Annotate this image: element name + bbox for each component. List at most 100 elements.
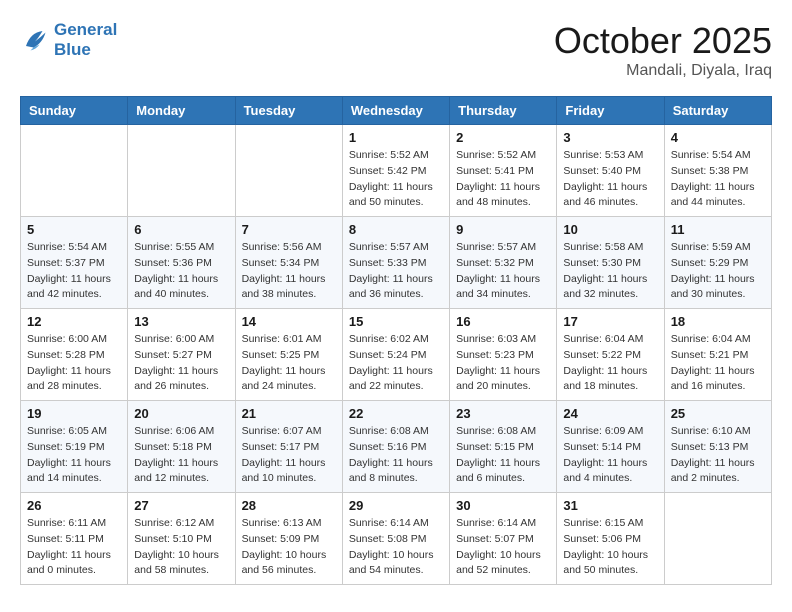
calendar-cell: 18 Sunrise: 6:04 AMSunset: 5:21 PMDayligh… (664, 309, 771, 401)
day-number: 15 (349, 314, 443, 329)
day-detail: Sunrise: 6:04 AMSunset: 5:21 PMDaylight:… (671, 332, 765, 395)
logo-text: General Blue (54, 20, 117, 59)
day-detail: Sunrise: 5:53 AMSunset: 5:40 PMDaylight:… (563, 148, 657, 211)
calendar-cell: 29Sunrise: 6:14 AMSunset: 5:08 PMDayligh… (342, 493, 449, 585)
calendar-cell: 10 Sunrise: 5:58 AMSunset: 5:30 PMDayligh… (557, 217, 664, 309)
day-detail: Sunrise: 6:00 AMSunset: 5:28 PMDaylight:… (27, 332, 121, 395)
header-friday: Friday (557, 97, 664, 125)
calendar-cell: 27 Sunrise: 6:12 AMSunset: 5:10 PMDayligh… (128, 493, 235, 585)
day-detail: Sunrise: 6:05 AMSunset: 5:19 PMDaylight:… (27, 424, 121, 487)
day-detail: Sunrise: 5:55 AMSunset: 5:36 PMDaylight:… (134, 240, 228, 303)
week-row-3: 12Sunrise: 6:00 AMSunset: 5:28 PMDayligh… (21, 309, 772, 401)
header-thursday: Thursday (450, 97, 557, 125)
day-number: 31 (563, 498, 657, 513)
day-detail: Sunrise: 6:03 AMSunset: 5:23 PMDaylight:… (456, 332, 550, 395)
day-number: 27 (134, 498, 228, 513)
day-detail: Sunrise: 5:56 AMSunset: 5:34 PMDaylight:… (242, 240, 336, 303)
day-number: 17 (563, 314, 657, 329)
calendar-cell: 16 Sunrise: 6:03 AMSunset: 5:23 PMDayligh… (450, 309, 557, 401)
calendar-table: Sunday Monday Tuesday Wednesday Thursday… (20, 96, 772, 585)
calendar-cell: 22 Sunrise: 6:08 AMSunset: 5:16 PMDayligh… (342, 401, 449, 493)
day-detail: Sunrise: 5:58 AMSunset: 5:30 PMDaylight:… (563, 240, 657, 303)
day-number: 9 (456, 222, 550, 237)
calendar-cell: 9 Sunrise: 5:57 AMSunset: 5:32 PMDaylight… (450, 217, 557, 309)
month-title: October 2025 (554, 20, 772, 62)
week-row-4: 19Sunrise: 6:05 AMSunset: 5:19 PMDayligh… (21, 401, 772, 493)
day-number: 10 (563, 222, 657, 237)
day-number: 7 (242, 222, 336, 237)
day-number: 18 (671, 314, 765, 329)
weekday-header-row: Sunday Monday Tuesday Wednesday Thursday… (21, 97, 772, 125)
calendar-cell: 1 Sunrise: 5:52 AMSunset: 5:42 PMDaylight… (342, 125, 449, 217)
day-detail: Sunrise: 5:57 AMSunset: 5:33 PMDaylight:… (349, 240, 443, 303)
header-monday: Monday (128, 97, 235, 125)
page-header: General Blue October 2025 Mandali, Diyal… (20, 20, 772, 80)
header-saturday: Saturday (664, 97, 771, 125)
day-detail: Sunrise: 6:02 AMSunset: 5:24 PMDaylight:… (349, 332, 443, 395)
day-detail: Sunrise: 5:57 AMSunset: 5:32 PMDaylight:… (456, 240, 550, 303)
day-number: 1 (349, 130, 443, 145)
calendar-cell: 13Sunrise: 6:00 AMSunset: 5:27 PMDayligh… (128, 309, 235, 401)
calendar-cell: 3 Sunrise: 5:53 AMSunset: 5:40 PMDaylight… (557, 125, 664, 217)
day-detail: Sunrise: 6:06 AMSunset: 5:18 PMDaylight:… (134, 424, 228, 487)
day-detail: Sunrise: 6:11 AMSunset: 5:11 PMDaylight:… (27, 516, 121, 579)
calendar-cell (235, 125, 342, 217)
calendar-cell (664, 493, 771, 585)
day-number: 11 (671, 222, 765, 237)
day-detail: Sunrise: 6:04 AMSunset: 5:22 PMDaylight:… (563, 332, 657, 395)
calendar-cell: 2 Sunrise: 5:52 AMSunset: 5:41 PMDaylight… (450, 125, 557, 217)
day-detail: Sunrise: 5:59 AMSunset: 5:29 PMDaylight:… (671, 240, 765, 303)
day-detail: Sunrise: 6:14 AMSunset: 5:07 PMDaylight:… (456, 516, 550, 579)
location: Mandali, Diyala, Iraq (554, 62, 772, 80)
calendar-cell: 15 Sunrise: 6:02 AMSunset: 5:24 PMDayligh… (342, 309, 449, 401)
logo: General Blue (20, 20, 117, 59)
week-row-5: 26 Sunrise: 6:11 AMSunset: 5:11 PMDayligh… (21, 493, 772, 585)
calendar-cell: 31Sunrise: 6:15 AMSunset: 5:06 PMDayligh… (557, 493, 664, 585)
day-detail: Sunrise: 5:52 AMSunset: 5:42 PMDaylight:… (349, 148, 443, 211)
day-detail: Sunrise: 6:08 AMSunset: 5:16 PMDaylight:… (349, 424, 443, 487)
calendar-cell: 12Sunrise: 6:00 AMSunset: 5:28 PMDayligh… (21, 309, 128, 401)
calendar-cell: 25 Sunrise: 6:10 AMSunset: 5:13 PMDayligh… (664, 401, 771, 493)
day-detail: Sunrise: 6:13 AMSunset: 5:09 PMDaylight:… (242, 516, 336, 579)
day-detail: Sunrise: 6:12 AMSunset: 5:10 PMDaylight:… (134, 516, 228, 579)
calendar-cell: 14 Sunrise: 6:01 AMSunset: 5:25 PMDayligh… (235, 309, 342, 401)
calendar-cell: 11 Sunrise: 5:59 AMSunset: 5:29 PMDayligh… (664, 217, 771, 309)
calendar-cell: 4Sunrise: 5:54 AMSunset: 5:38 PMDaylight… (664, 125, 771, 217)
calendar-cell: 23Sunrise: 6:08 AMSunset: 5:15 PMDayligh… (450, 401, 557, 493)
day-number: 6 (134, 222, 228, 237)
day-detail: Sunrise: 6:09 AMSunset: 5:14 PMDaylight:… (563, 424, 657, 487)
day-detail: Sunrise: 6:07 AMSunset: 5:17 PMDaylight:… (242, 424, 336, 487)
calendar-cell: 5Sunrise: 5:54 AMSunset: 5:37 PMDaylight… (21, 217, 128, 309)
week-row-2: 5Sunrise: 5:54 AMSunset: 5:37 PMDaylight… (21, 217, 772, 309)
calendar-cell: 6 Sunrise: 5:55 AMSunset: 5:36 PMDaylight… (128, 217, 235, 309)
calendar-cell: 28Sunrise: 6:13 AMSunset: 5:09 PMDayligh… (235, 493, 342, 585)
header-wednesday: Wednesday (342, 97, 449, 125)
day-number: 8 (349, 222, 443, 237)
calendar-cell: 7 Sunrise: 5:56 AMSunset: 5:34 PMDaylight… (235, 217, 342, 309)
day-detail: Sunrise: 6:00 AMSunset: 5:27 PMDaylight:… (134, 332, 228, 395)
day-number: 24 (563, 406, 657, 421)
day-number: 25 (671, 406, 765, 421)
day-number: 3 (563, 130, 657, 145)
calendar-cell: 30 Sunrise: 6:14 AMSunset: 5:07 PMDayligh… (450, 493, 557, 585)
day-number: 30 (456, 498, 550, 513)
day-number: 16 (456, 314, 550, 329)
day-detail: Sunrise: 6:14 AMSunset: 5:08 PMDaylight:… (349, 516, 443, 579)
day-number: 22 (349, 406, 443, 421)
header-sunday: Sunday (21, 97, 128, 125)
day-detail: Sunrise: 5:52 AMSunset: 5:41 PMDaylight:… (456, 148, 550, 211)
day-number: 2 (456, 130, 550, 145)
calendar-cell (21, 125, 128, 217)
calendar-cell: 17 Sunrise: 6:04 AMSunset: 5:22 PMDayligh… (557, 309, 664, 401)
day-number: 26 (27, 498, 121, 513)
calendar-cell: 8 Sunrise: 5:57 AMSunset: 5:33 PMDaylight… (342, 217, 449, 309)
day-number: 20 (134, 406, 228, 421)
day-number: 14 (242, 314, 336, 329)
calendar-cell: 19Sunrise: 6:05 AMSunset: 5:19 PMDayligh… (21, 401, 128, 493)
calendar-cell: 26 Sunrise: 6:11 AMSunset: 5:11 PMDayligh… (21, 493, 128, 585)
day-detail: Sunrise: 6:01 AMSunset: 5:25 PMDaylight:… (242, 332, 336, 395)
day-detail: Sunrise: 6:10 AMSunset: 5:13 PMDaylight:… (671, 424, 765, 487)
day-detail: Sunrise: 6:08 AMSunset: 5:15 PMDaylight:… (456, 424, 550, 487)
logo-icon (20, 25, 50, 55)
day-number: 5 (27, 222, 121, 237)
